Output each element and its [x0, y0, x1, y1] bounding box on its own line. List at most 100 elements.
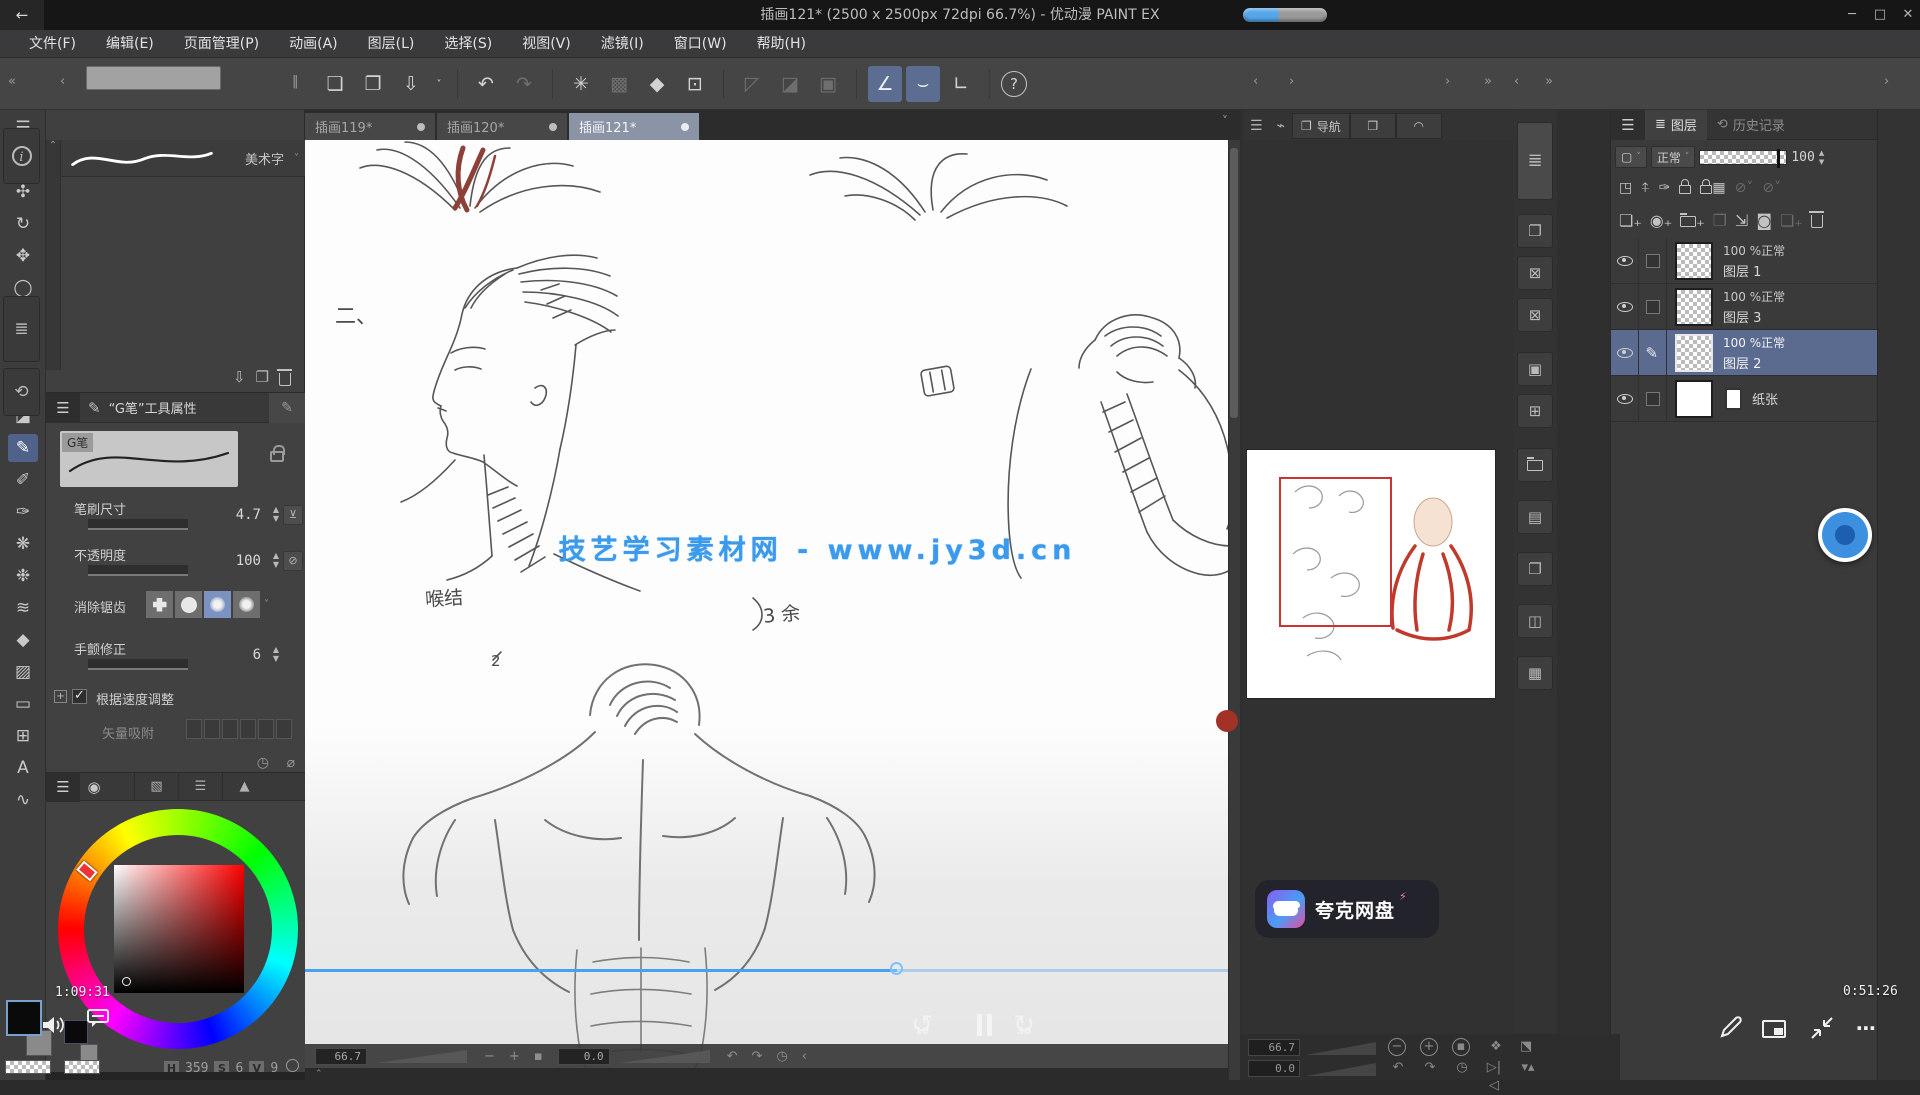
- menu-item[interactable]: 图层(L): [353, 30, 430, 58]
- fill-tool-icon[interactable]: ◆: [8, 626, 38, 654]
- stabilization-value[interactable]: 6: [253, 647, 261, 663]
- new-document-icon[interactable]: ❏: [318, 66, 352, 102]
- opacity-source-button[interactable]: ⊘: [283, 551, 303, 571]
- layers-panel-button[interactable]: ≣: [3, 296, 40, 362]
- navigator-tab[interactable]: ❐ 导航: [1292, 113, 1350, 139]
- snap-to-grid-icon[interactable]: ∟: [944, 66, 978, 102]
- scrollbar-thumb[interactable]: [1230, 148, 1238, 418]
- navigator-thumbnail[interactable]: [1247, 450, 1495, 698]
- layer-row[interactable]: 100 %正常 图层 2: [1611, 330, 1878, 376]
- stabilization-slider[interactable]: [88, 659, 188, 670]
- menu-item[interactable]: 编辑(E): [91, 30, 169, 58]
- size-source-button[interactable]: ⊻: [283, 505, 303, 525]
- canvas-rotate-value[interactable]: 0.0: [558, 1048, 610, 1065]
- anti-alias-medium-button[interactable]: [204, 591, 231, 618]
- layer-checkbox[interactable]: [1639, 284, 1667, 330]
- layer-checkbox[interactable]: [1639, 238, 1667, 284]
- blend-mode-select[interactable]: 正常˅: [1651, 146, 1696, 168]
- color-history-icon[interactable]: [286, 1059, 299, 1072]
- speaker-icon[interactable]: [40, 1012, 66, 1038]
- fill-icon[interactable]: ◆: [640, 66, 674, 102]
- disable-icon[interactable]: ⌀: [287, 755, 295, 771]
- brush-size-slider[interactable]: [88, 519, 188, 530]
- sub-view-tab[interactable]: ❐: [1350, 113, 1396, 139]
- layer-visibility-toggle[interactable]: [1611, 284, 1639, 330]
- delete-layer-icon[interactable]: [1811, 211, 1823, 230]
- rotate-ccw-icon[interactable]: ↶: [727, 1049, 738, 1064]
- layers-tab[interactable]: ≣ 图层: [1645, 110, 1707, 140]
- chevron-down-icon[interactable]: ˅: [294, 153, 299, 164]
- more-options-icon[interactable]: ⋯: [1856, 1016, 1878, 1040]
- close-button[interactable]: ✕: [1894, 0, 1920, 30]
- panel-button[interactable]: ⊠: [1517, 298, 1553, 332]
- brush-detail-tab[interactable]: ✎: [269, 393, 305, 423]
- decoration-tool-icon[interactable]: ❉: [8, 562, 38, 590]
- transparent-color-button[interactable]: [5, 1060, 51, 1074]
- zoom-in-icon[interactable]: +: [509, 1049, 520, 1064]
- curve-tool-icon[interactable]: ∿: [8, 786, 38, 814]
- zoom-out-icon[interactable]: −: [484, 1049, 495, 1064]
- panel-menu-icon[interactable]: ☰: [46, 772, 80, 802]
- chat-bubble-icon[interactable]: [86, 1008, 110, 1030]
- nav-rotate-ccw-icon[interactable]: ↶: [1386, 1059, 1410, 1077]
- saturation-value-box[interactable]: [114, 865, 244, 993]
- item-bank-tab[interactable]: ◠: [1396, 113, 1442, 139]
- pen-tool-icon[interactable]: ✎: [8, 434, 38, 462]
- text-tool-icon[interactable]: A: [8, 754, 38, 782]
- layer-thumbnail[interactable]: [1675, 242, 1713, 280]
- nav-flip-icon[interactable]: ❖: [1484, 1038, 1508, 1056]
- rotate-cw-icon[interactable]: ↷: [752, 1049, 763, 1064]
- copy-brush-icon[interactable]: ❐: [256, 368, 269, 386]
- panel-arrow-icon[interactable]: ›: [1289, 74, 1294, 89]
- back-button[interactable]: ←: [0, 0, 44, 30]
- menu-item[interactable]: 窗口(W): [659, 30, 742, 58]
- sv-marker[interactable]: [122, 977, 131, 986]
- opacity-value[interactable]: 100: [236, 553, 261, 569]
- layer-opacity-value[interactable]: 100: [1791, 150, 1814, 165]
- import-brush-icon[interactable]: ⇩: [233, 368, 246, 386]
- snap-to-ruler-icon[interactable]: ∠: [868, 66, 902, 102]
- quark-drive-widget[interactable]: 夸克网盘 ⚡: [1255, 880, 1439, 938]
- nav-fullview-icon[interactable]: ⬔: [1514, 1038, 1538, 1056]
- selection-border-icon[interactable]: ▣: [811, 66, 845, 102]
- exit-fullscreen-icon[interactable]: [1808, 1014, 1836, 1042]
- picture-in-picture-icon[interactable]: [1762, 1020, 1786, 1038]
- gradient-tool-icon[interactable]: ▨: [8, 658, 38, 686]
- panel-button[interactable]: ▦: [1517, 656, 1553, 690]
- collapse-left-icon[interactable]: «: [8, 74, 16, 89]
- panel-button[interactable]: ▣: [1517, 352, 1553, 386]
- menu-item[interactable]: 滤镜(I): [586, 30, 659, 58]
- menu-item[interactable]: 动画(A): [274, 30, 353, 58]
- snap-to-special-ruler-icon[interactable]: ⌣: [906, 66, 940, 102]
- annotate-pencil-icon[interactable]: [1716, 1014, 1744, 1042]
- pause-button[interactable]: [975, 1014, 995, 1036]
- delete-icon[interactable]: ✳: [564, 66, 598, 102]
- skip-back-button[interactable]: ↺10: [905, 1012, 939, 1046]
- layer-row[interactable]: 100 %正常 图层 1: [1611, 238, 1878, 284]
- minimize-button[interactable]: ─: [1838, 0, 1866, 30]
- panel-menu-icon[interactable]: ☰: [1243, 118, 1270, 134]
- divider-handle[interactable]: ‖: [292, 74, 299, 89]
- frame-tool-icon[interactable]: ⊞: [8, 722, 38, 750]
- material-panel-button[interactable]: ≣: [1517, 122, 1553, 200]
- save-icon[interactable]: ⇩: [394, 66, 428, 102]
- lock-layer-icon[interactable]: [1679, 180, 1691, 196]
- menu-item[interactable]: 文件(F): [14, 30, 91, 58]
- nav-zoom-out-icon[interactable]: −: [1388, 1038, 1406, 1056]
- brush-size-value[interactable]: 4.7: [236, 507, 261, 523]
- undo-icon[interactable]: ↶: [469, 66, 503, 102]
- floating-record-button[interactable]: [1818, 508, 1872, 562]
- panel-button[interactable]: ⊠: [1517, 256, 1553, 290]
- panel-menu-icon[interactable]: ☰: [46, 393, 80, 423]
- layer-thumbnail[interactable]: [1675, 288, 1713, 326]
- panel-arrow-icon[interactable]: ›: [1884, 74, 1889, 89]
- transfer-layer-icon[interactable]: ⇲: [1735, 211, 1748, 230]
- panel-button[interactable]: ▤: [1517, 500, 1553, 534]
- nav-updown-icon[interactable]: ▾▴: [1516, 1059, 1540, 1077]
- stepper-icon[interactable]: ▲▼: [273, 506, 279, 523]
- menu-item[interactable]: 页面管理(P): [169, 30, 274, 58]
- stepper-icon[interactable]: ▲▼: [1819, 149, 1824, 166]
- maximize-button[interactable]: □: [1866, 0, 1894, 30]
- player-progress-pill[interactable]: [1243, 8, 1327, 22]
- help-icon[interactable]: ?: [1001, 71, 1027, 97]
